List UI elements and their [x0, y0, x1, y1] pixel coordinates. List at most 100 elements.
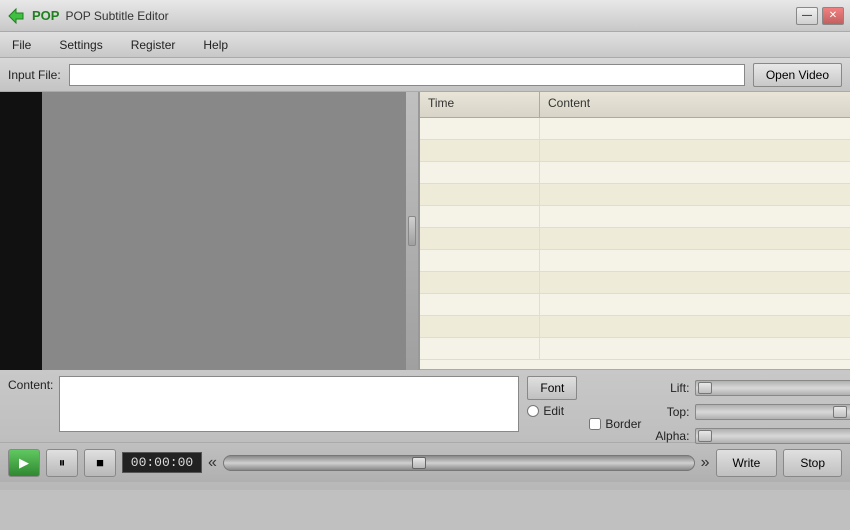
row-content	[540, 294, 850, 315]
content-section: Content: Font Edit Border Lift:	[0, 370, 850, 442]
play-icon: ▶	[19, 455, 29, 471]
content-label: Content:	[8, 378, 53, 392]
stop-button-playback[interactable]: ■	[84, 449, 116, 477]
title-left: POP POP Subtitle Editor	[6, 6, 169, 26]
alpha-slider[interactable]	[695, 428, 850, 444]
content-textarea[interactable]	[59, 376, 519, 432]
font-edit-col: Font Edit	[527, 376, 577, 436]
alpha-label: Alpha:	[649, 429, 689, 443]
title-controls: — ✕	[796, 7, 844, 25]
edit-label: Edit	[543, 404, 564, 418]
lift-row: Lift:	[649, 380, 850, 396]
lift-label: Lift:	[649, 381, 689, 395]
lift-slider[interactable]	[695, 380, 850, 396]
font-button[interactable]: Font	[527, 376, 577, 400]
menu-settings[interactable]: Settings	[53, 36, 108, 54]
row-content	[540, 338, 850, 359]
row-time	[420, 294, 540, 315]
row-time	[420, 140, 540, 161]
lift-thumb	[698, 382, 712, 394]
title-bar: POP POP Subtitle Editor — ✕	[0, 0, 850, 32]
menu-bar: File Settings Register Help	[0, 32, 850, 58]
top-row: Top:	[649, 404, 850, 420]
seek-thumb	[412, 457, 426, 469]
pause-button[interactable]: ⏸	[46, 449, 78, 477]
table-row[interactable]	[420, 118, 850, 140]
top-thumb	[833, 406, 847, 418]
video-display	[0, 92, 418, 370]
top-label: Top:	[649, 405, 689, 419]
table-row[interactable]	[420, 250, 850, 272]
table-row[interactable]	[420, 162, 850, 184]
playback-row: ▶ ⏸ ■ 00:00:00 « » Write Stop	[0, 442, 850, 482]
table-rows	[420, 118, 850, 369]
menu-file[interactable]: File	[6, 36, 37, 54]
sliders-area: Lift: Top: Alpha:	[649, 376, 850, 436]
stop-icon: ■	[96, 455, 104, 470]
seek-left-button[interactable]: «	[208, 454, 217, 472]
input-file-field[interactable]	[69, 64, 745, 86]
row-time	[420, 118, 540, 139]
stop-button[interactable]: Stop	[783, 449, 842, 477]
row-content	[540, 118, 850, 139]
alpha-row: Alpha:	[649, 428, 850, 444]
input-file-label: Input File:	[8, 68, 61, 82]
main-area: Time Content	[0, 92, 850, 370]
pause-icon: ⏸	[59, 455, 66, 471]
video-black-left	[0, 92, 42, 370]
video-center	[42, 92, 406, 370]
edit-row: Edit	[527, 404, 577, 418]
video-scroll	[406, 92, 418, 370]
menu-register[interactable]: Register	[125, 36, 182, 54]
table-header: Time Content	[420, 92, 850, 118]
row-content	[540, 162, 850, 183]
content-left-col: Content:	[8, 376, 519, 436]
row-content	[540, 184, 850, 205]
seek-right-button[interactable]: »	[701, 454, 710, 472]
table-row[interactable]	[420, 228, 850, 250]
table-row[interactable]	[420, 206, 850, 228]
input-file-row: Input File: Open Video	[0, 58, 850, 92]
row-time	[420, 162, 540, 183]
row-time	[420, 272, 540, 293]
row-content	[540, 140, 850, 161]
row-time	[420, 228, 540, 249]
time-display: 00:00:00	[122, 452, 202, 473]
close-button[interactable]: ✕	[822, 7, 844, 25]
subtitle-table: Time Content	[420, 92, 850, 369]
app-name-pop: POP	[32, 8, 59, 23]
row-content	[540, 206, 850, 227]
border-row: Border	[589, 412, 641, 436]
table-row[interactable]	[420, 316, 850, 338]
table-row[interactable]	[420, 338, 850, 360]
video-panel	[0, 92, 420, 370]
row-content	[540, 272, 850, 293]
play-button[interactable]: ▶	[8, 449, 40, 477]
seek-bar[interactable]	[223, 455, 695, 471]
row-content	[540, 250, 850, 271]
row-time	[420, 316, 540, 337]
table-row[interactable]	[420, 140, 850, 162]
row-content	[540, 228, 850, 249]
row-time	[420, 338, 540, 359]
table-row[interactable]	[420, 294, 850, 316]
write-button[interactable]: Write	[716, 449, 778, 477]
row-time	[420, 206, 540, 227]
top-slider[interactable]	[695, 404, 850, 420]
app-icon	[6, 6, 26, 26]
edit-radio[interactable]	[527, 405, 539, 417]
row-content	[540, 316, 850, 337]
border-label: Border	[605, 417, 641, 431]
app-name-sub: POP Subtitle Editor	[65, 9, 168, 23]
alpha-thumb	[698, 430, 712, 442]
table-row[interactable]	[420, 184, 850, 206]
menu-help[interactable]: Help	[197, 36, 234, 54]
row-time	[420, 250, 540, 271]
minimize-button[interactable]: —	[796, 7, 818, 25]
table-row[interactable]	[420, 272, 850, 294]
col-content-header: Content	[540, 92, 850, 117]
bottom-area: Content: Font Edit Border Lift:	[0, 370, 850, 490]
open-video-button[interactable]: Open Video	[753, 63, 842, 87]
col-time-header: Time	[420, 92, 540, 117]
border-checkbox[interactable]	[589, 418, 601, 430]
